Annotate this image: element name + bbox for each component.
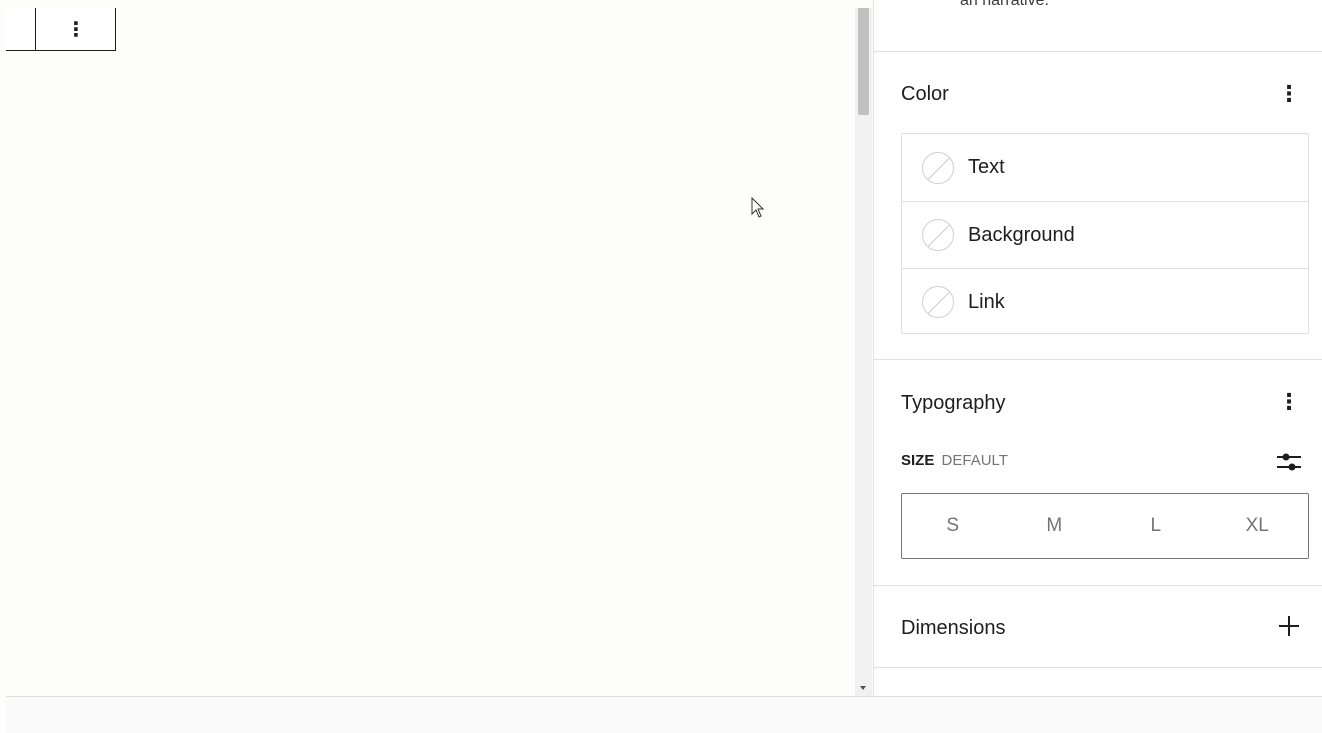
color-item-label: Background bbox=[968, 223, 1075, 246]
panel-divider bbox=[874, 667, 1322, 668]
more-vertical-icon: ⋮ bbox=[1278, 389, 1300, 414]
typography-panel-title: Typography bbox=[901, 392, 1006, 414]
no-color-swatch-icon bbox=[922, 151, 954, 184]
color-item-background[interactable]: Background bbox=[902, 201, 1308, 268]
panel-divider bbox=[874, 359, 1322, 360]
font-size-label: SIZE DEFAULT bbox=[901, 452, 1008, 469]
color-item-label: Text bbox=[968, 156, 1005, 178]
font-size-value: DEFAULT bbox=[941, 452, 1008, 469]
font-size-option-xl[interactable]: XL bbox=[1207, 494, 1309, 558]
block-options-button[interactable]: ⋮ bbox=[36, 8, 116, 51]
dimensions-panel-title: Dimensions bbox=[901, 617, 1006, 639]
color-panel-title: Color bbox=[901, 83, 949, 105]
font-size-key: SIZE bbox=[901, 452, 935, 469]
description-fragment: an narrative. bbox=[960, 0, 1049, 9]
plus-icon[interactable] bbox=[1277, 614, 1301, 638]
color-options-button[interactable]: ⋮ bbox=[1278, 79, 1300, 109]
color-item-link[interactable]: Link bbox=[902, 268, 1308, 335]
editor-footer bbox=[6, 696, 1322, 733]
more-vertical-icon: ⋮ bbox=[66, 19, 86, 41]
color-item-text[interactable]: Text bbox=[902, 134, 1308, 201]
no-color-swatch-icon bbox=[922, 219, 954, 251]
no-color-swatch-icon bbox=[922, 286, 954, 318]
font-size-toggle-group: S M L XL bbox=[901, 493, 1309, 559]
sliders-icon[interactable] bbox=[1275, 448, 1303, 476]
mouse-cursor-icon bbox=[751, 197, 765, 218]
font-size-option-m[interactable]: M bbox=[1004, 494, 1106, 558]
panel-divider bbox=[874, 585, 1322, 586]
typography-options-button[interactable]: ⋮ bbox=[1278, 387, 1300, 417]
more-vertical-icon: ⋮ bbox=[1278, 81, 1300, 106]
font-size-option-l[interactable]: L bbox=[1105, 494, 1207, 558]
scroll-down-arrow[interactable] bbox=[860, 686, 866, 690]
block-toolbar: ⋮ bbox=[6, 8, 116, 51]
color-item-list: Text Background Link bbox=[901, 133, 1309, 334]
editor-screen: ⋮ an narrative. Color ⋮ Text Background bbox=[0, 0, 1322, 733]
canvas-scrollbar[interactable] bbox=[855, 8, 872, 696]
font-size-option-s[interactable]: S bbox=[902, 494, 1004, 558]
scrollbar-thumb[interactable] bbox=[858, 8, 869, 115]
color-item-label: Link bbox=[968, 290, 1005, 313]
block-settings-sidebar: an narrative. Color ⋮ Text Background Li… bbox=[873, 0, 1322, 696]
panel-divider bbox=[874, 51, 1322, 52]
